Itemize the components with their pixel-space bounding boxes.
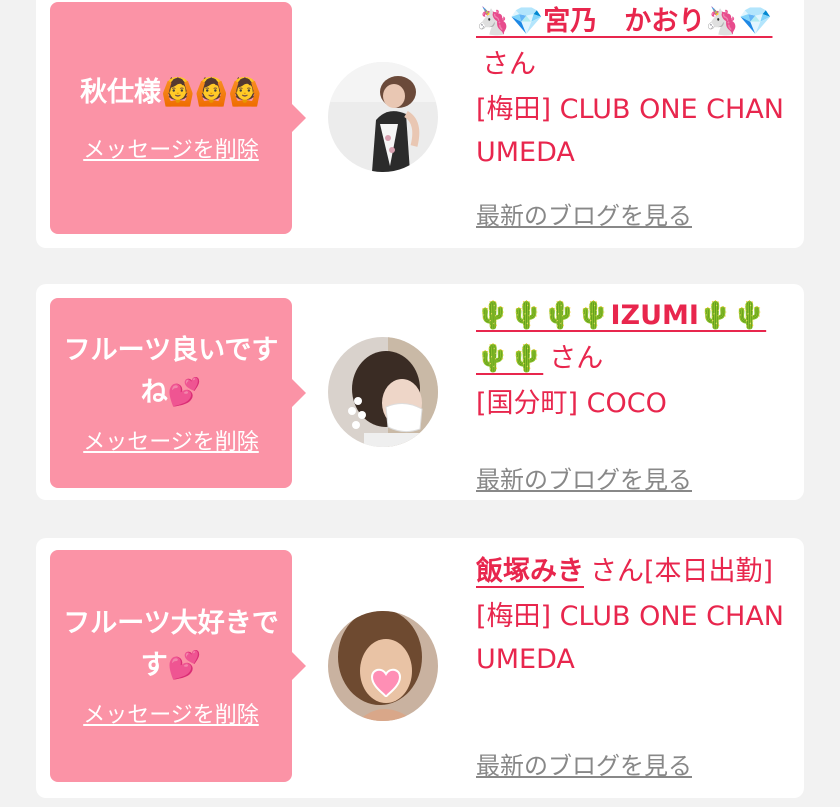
avatar-photo (328, 62, 438, 172)
message-card: フルーツ良いですね💕 メッセージを削除 🌵🌵🌵🌵IZUMI🌵🌵🌵🌵 さん [国分町… (36, 284, 804, 500)
avatar-photo (328, 611, 438, 721)
avatar[interactable] (328, 611, 438, 721)
avatar[interactable] (328, 337, 438, 447)
delete-message-link[interactable]: メッセージを削除 (83, 424, 259, 456)
cast-info: 🦄💎宮乃 かおり🦄💎 さん [梅田] CLUB ONE CHAN UMEDA 最新… (476, 0, 786, 230)
message-card: 秋仕様🙆🙆🙆 メッセージを削除 🦄💎宮乃 かおり🦄💎 さん [梅田] CLUB O… (36, 0, 804, 248)
shop-name: [国分町] COCO (476, 388, 667, 419)
avatar[interactable] (328, 62, 438, 172)
cast-name-link[interactable]: 🌵🌵🌵🌵IZUMI🌵🌵🌵🌵 (476, 300, 766, 374)
cast-name-line: 飯塚みき さん[本日出勤] (476, 550, 786, 593)
cast-name-line: 🦄💎宮乃 かおり🦄💎 さん (476, 0, 786, 86)
shop-name: [梅田] CLUB ONE CHAN UMEDA (476, 601, 784, 675)
cast-name-link[interactable]: 🦄💎宮乃 かおり🦄💎 (476, 6, 772, 37)
message-bubble: 秋仕様🙆🙆🙆 メッセージを削除 (50, 2, 306, 234)
cast-info: 飯塚みき さん[本日出勤] [梅田] CLUB ONE CHAN UMEDA 最新… (476, 550, 786, 780)
latest-blog-link[interactable]: 最新のブログを見る (476, 196, 692, 231)
message-text: 秋仕様🙆🙆🙆 (80, 77, 262, 108)
message-bubble: フルーツ大好きです💕 メッセージを削除 (50, 550, 306, 782)
honorific: さん (482, 49, 536, 80)
honorific: さん (549, 343, 604, 374)
latest-blog-link[interactable]: 最新のブログを見る (476, 460, 692, 495)
message-bubble: フルーツ良いですね💕 メッセージを削除 (50, 298, 306, 488)
delete-message-link[interactable]: メッセージを削除 (83, 132, 259, 164)
latest-blog-link[interactable]: 最新のブログを見る (476, 746, 692, 781)
cast-name-line: 🌵🌵🌵🌵IZUMI🌵🌵🌵🌵 さん (476, 294, 786, 380)
cast-name-link[interactable]: 飯塚みき (476, 556, 584, 587)
cast-info: 🌵🌵🌵🌵IZUMI🌵🌵🌵🌵 さん [国分町] COCO 最新のブログを見る (476, 294, 786, 494)
message-card: フルーツ大好きです💕 メッセージを削除 飯塚みき さん[本日出勤] [梅田] CL… (36, 538, 804, 798)
message-text: フルーツ良いですね💕 (63, 335, 279, 408)
shop-name: [梅田] CLUB ONE CHAN UMEDA (476, 94, 784, 168)
avatar-photo (328, 337, 438, 447)
delete-message-link[interactable]: メッセージを削除 (83, 697, 259, 729)
message-text: フルーツ大好きです💕 (63, 608, 279, 681)
honorific: さん[本日出勤] (590, 556, 774, 587)
